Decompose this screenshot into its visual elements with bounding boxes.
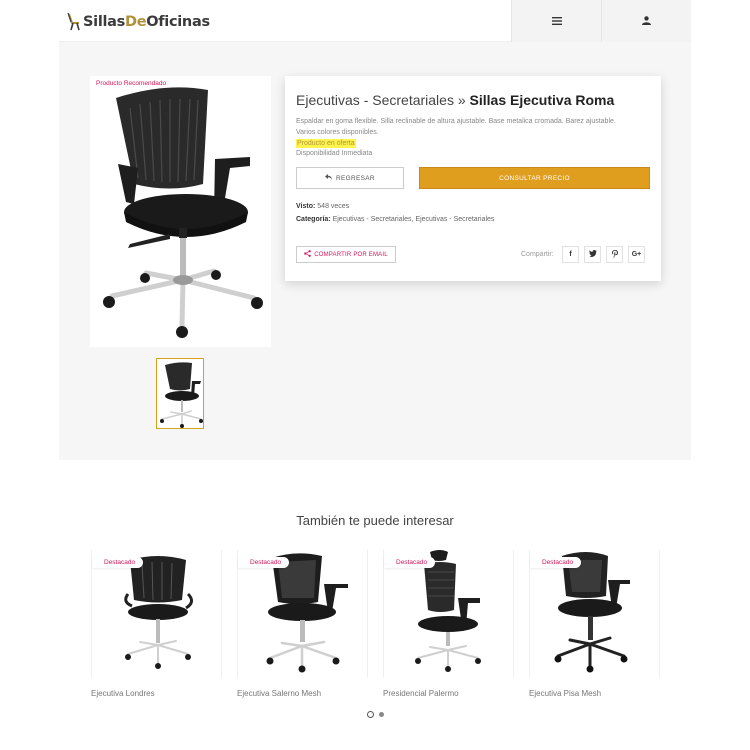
back-button[interactable]: REGRESAR bbox=[296, 167, 404, 189]
share-icon bbox=[304, 250, 312, 259]
availability-text: Disponibilidad Inmediata bbox=[296, 150, 373, 157]
product-description: Espaldar en goma flexible. Silla reclina… bbox=[296, 118, 616, 136]
product-info-card: Ejecutivas - Secretariales » Sillas Ejec… bbox=[285, 76, 661, 281]
menu-button[interactable] bbox=[511, 0, 601, 42]
offer-highlight: Producto en oferta bbox=[296, 139, 356, 148]
back-button-label: REGRESAR bbox=[336, 174, 375, 182]
category-links[interactable]: Ejecutivas - Secretariales, Ejecutivas -… bbox=[333, 216, 495, 223]
product-main-image[interactable]: Producto Recomendado bbox=[90, 76, 271, 347]
user-account-button[interactable] bbox=[601, 0, 691, 42]
reply-arrow-icon bbox=[325, 174, 333, 182]
featured-badge: Destacado bbox=[384, 557, 436, 568]
site-header: SillasDeOficinas bbox=[59, 0, 691, 42]
product-category-link[interactable]: Ejecutivas - Secretariales bbox=[296, 92, 454, 108]
google-plus-icon: G+ bbox=[631, 251, 642, 258]
related-product-name[interactable]: Ejecutiva Londres bbox=[91, 689, 155, 698]
facebook-share-button[interactable]: f bbox=[562, 246, 579, 263]
product-title: Ejecutivas - Secretariales » Sillas Ejec… bbox=[296, 92, 615, 108]
related-product-name[interactable]: Presidencial Palermo bbox=[383, 689, 459, 698]
logo-text: SillasDeOficinas bbox=[83, 14, 210, 30]
site-logo[interactable]: SillasDeOficinas bbox=[67, 12, 210, 32]
hamburger-menu-icon bbox=[551, 12, 562, 30]
featured-badge: Destacado bbox=[238, 557, 290, 568]
category-info: Categoría: Ejecutivas - Secretariales, E… bbox=[296, 216, 495, 223]
product-thumbnail[interactable] bbox=[156, 358, 204, 429]
related-chair-image bbox=[415, 550, 481, 672]
google-plus-share-button[interactable]: G+ bbox=[628, 246, 645, 263]
share-label: Compartir: bbox=[521, 251, 554, 258]
product-section: Producto Recomendado Ejecutivas - Secret… bbox=[59, 42, 691, 460]
related-product-name[interactable]: Ejecutiva Pisa Mesh bbox=[529, 689, 601, 698]
related-product-name[interactable]: Ejecutiva Salerno Mesh bbox=[237, 689, 321, 698]
featured-badge: Destacado bbox=[530, 557, 582, 568]
product-name: Sillas Ejecutiva Roma bbox=[469, 92, 615, 108]
related-product-card[interactable]: Destacado bbox=[91, 550, 222, 678]
pinterest-icon bbox=[611, 249, 618, 260]
thumbnail-chair-image bbox=[160, 362, 203, 428]
related-chair-image bbox=[124, 556, 193, 669]
user-icon bbox=[642, 12, 651, 30]
twitter-share-button[interactable] bbox=[584, 246, 601, 263]
related-product-card[interactable]: Destacado bbox=[383, 550, 514, 678]
related-chair-image bbox=[266, 553, 348, 673]
office-chair-image bbox=[103, 87, 263, 338]
pinterest-share-button[interactable] bbox=[606, 246, 623, 263]
share-email-label: COMPARTIR POR EMAIL bbox=[314, 251, 388, 258]
carousel-pagination bbox=[367, 711, 384, 718]
share-email-button[interactable]: COMPARTIR POR EMAIL bbox=[296, 246, 396, 263]
featured-badge: Destacado bbox=[92, 557, 144, 568]
views-count: Visto: 548 veces bbox=[296, 203, 350, 210]
chair-logo-icon bbox=[67, 12, 81, 31]
recommended-badge: Producto Recomendado bbox=[96, 80, 167, 87]
consult-price-button[interactable]: CONSULTAR PRECIO bbox=[419, 167, 650, 189]
carousel-dot-active[interactable] bbox=[367, 711, 374, 718]
related-chair-image bbox=[554, 552, 630, 673]
carousel-dot[interactable] bbox=[379, 712, 384, 717]
related-section-title: También te puede interesar bbox=[296, 513, 454, 528]
twitter-icon bbox=[588, 250, 597, 259]
consult-price-label: CONSULTAR PRECIO bbox=[499, 174, 570, 182]
facebook-icon: f bbox=[569, 251, 572, 258]
related-product-card[interactable]: Destacado bbox=[237, 550, 368, 678]
related-product-card[interactable]: Destacado bbox=[529, 550, 660, 678]
